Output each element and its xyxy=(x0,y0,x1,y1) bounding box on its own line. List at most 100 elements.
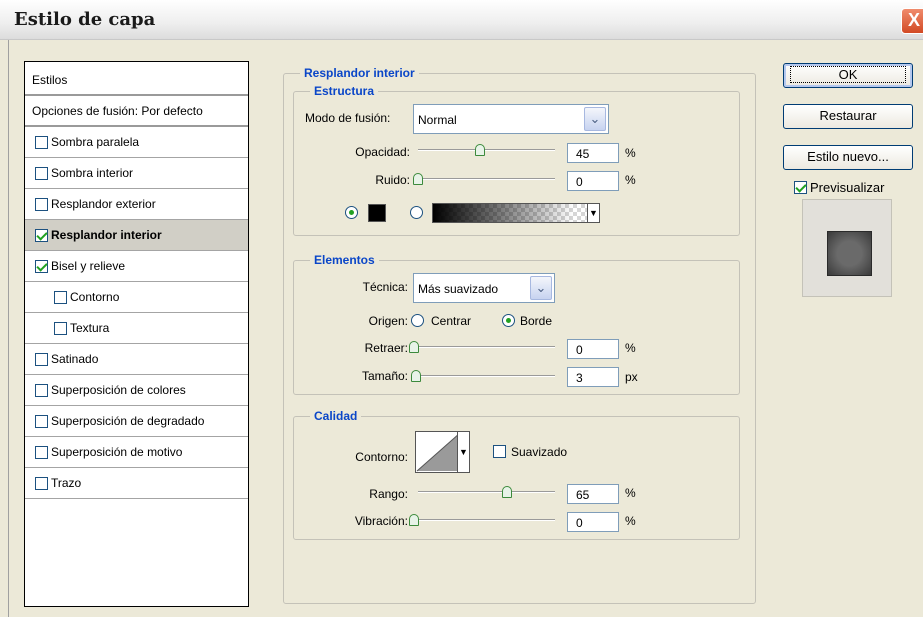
new-style-button[interactable]: Estilo nuevo... xyxy=(783,145,913,170)
solid-color-radio[interactable] xyxy=(345,206,358,219)
styles-header[interactable]: Estilos xyxy=(25,62,248,96)
styles-item-checkbox[interactable] xyxy=(35,476,48,490)
opacity-input[interactable]: 45 xyxy=(567,143,619,163)
preview-thumbnail xyxy=(827,231,872,276)
styles-item[interactable]: Sombra interior xyxy=(25,158,248,189)
antialias-label[interactable]: Suavizado xyxy=(511,445,567,459)
styles-item[interactable]: Superposición de motivo xyxy=(25,437,248,468)
ok-button[interactable]: OK xyxy=(783,63,913,88)
gradient-picker[interactable]: ▼ xyxy=(432,203,600,223)
styles-item-label: Resplandor exterior xyxy=(51,197,156,211)
styles-item[interactable]: Superposición de degradado xyxy=(25,406,248,437)
styles-item-label: Resplandor interior xyxy=(51,228,162,242)
slider-track xyxy=(418,149,555,151)
source-center-radio[interactable] xyxy=(411,314,424,327)
source-center-label[interactable]: Centrar xyxy=(431,314,471,328)
technique-value: Más suavizado xyxy=(418,282,499,296)
noise-label: Ruido: xyxy=(375,173,410,187)
slider-track xyxy=(414,519,555,521)
styles-item-checkbox[interactable] xyxy=(35,135,48,149)
blend-mode-label: Modo de fusión: xyxy=(305,111,391,125)
styles-item-checkbox[interactable] xyxy=(35,352,48,366)
styles-item[interactable]: Satinado xyxy=(25,344,248,375)
style-preview xyxy=(802,199,892,297)
chevron-down-icon[interactable]: ⌄ xyxy=(530,276,552,300)
styles-item-label: Contorno xyxy=(70,290,120,304)
styles-item-checkbox[interactable] xyxy=(35,228,48,242)
styles-item-checkbox[interactable] xyxy=(35,383,48,397)
contour-dropdown-icon[interactable]: ▼ xyxy=(457,431,470,473)
styles-item-checkbox[interactable] xyxy=(54,321,67,335)
elements-title: Elementos xyxy=(310,253,379,267)
range-input[interactable]: 65 xyxy=(567,484,619,504)
styles-item-checkbox[interactable] xyxy=(54,290,67,304)
opacity-label: Opacidad: xyxy=(355,145,410,159)
noise-input[interactable]: 0 xyxy=(567,171,619,191)
styles-item[interactable]: Textura xyxy=(25,313,248,344)
choke-input[interactable]: 0 xyxy=(567,339,619,359)
styles-item[interactable]: Resplandor exterior xyxy=(25,189,248,220)
preview-label: Previsualizar xyxy=(810,180,885,195)
source-edge-label[interactable]: Borde xyxy=(520,314,552,328)
styles-item-label: Trazo xyxy=(51,476,82,490)
jitter-unit: % xyxy=(625,514,636,528)
noise-slider[interactable] xyxy=(413,173,555,185)
source-label: Origen: xyxy=(368,314,408,328)
slider-track xyxy=(418,491,555,493)
styles-item-checkbox[interactable] xyxy=(35,414,48,428)
styles-item-label: Superposición de degradado xyxy=(51,414,205,428)
styles-item[interactable]: Contorno xyxy=(25,282,248,313)
range-label: Rango: xyxy=(369,487,408,501)
opacity-slider[interactable] xyxy=(418,144,555,156)
styles-list: Estilos Opciones de fusión: Por defecto S… xyxy=(24,61,249,607)
gradient-dropdown-icon[interactable]: ▼ xyxy=(587,204,599,222)
contour-picker[interactable] xyxy=(415,431,462,473)
opacity-slider-thumb[interactable] xyxy=(474,144,485,156)
gradient-radio[interactable] xyxy=(410,206,423,219)
chevron-down-icon[interactable]: ⌄ xyxy=(584,107,606,131)
jitter-slider[interactable] xyxy=(409,514,555,526)
blend-mode-select[interactable]: Normal ⌄ xyxy=(413,104,609,134)
slider-track xyxy=(414,375,555,377)
styles-item-label: Sombra interior xyxy=(51,166,134,180)
styles-item[interactable]: Trazo xyxy=(25,468,248,499)
size-slider[interactable] xyxy=(410,370,555,382)
size-slider-thumb[interactable] xyxy=(410,370,421,382)
contour-curve-icon xyxy=(416,432,461,472)
choke-slider-thumb[interactable] xyxy=(409,341,419,353)
jitter-slider-thumb[interactable] xyxy=(409,514,419,526)
ok-button-label: OK xyxy=(789,66,907,83)
reset-button[interactable]: Restaurar xyxy=(783,104,913,129)
color-swatch[interactable] xyxy=(368,204,386,222)
styles-item[interactable]: Superposición de colores xyxy=(25,375,248,406)
size-input[interactable]: 3 xyxy=(567,367,619,387)
styles-item-label: Opciones de fusión: Por defecto xyxy=(32,103,203,118)
range-slider[interactable] xyxy=(418,486,555,498)
choke-unit: % xyxy=(625,341,636,355)
inner-glow-title: Resplandor interior xyxy=(300,66,419,80)
close-button[interactable]: X xyxy=(901,8,923,34)
antialias-checkbox[interactable] xyxy=(493,445,506,458)
styles-item[interactable]: Resplandor interior xyxy=(25,220,248,251)
quality-title: Calidad xyxy=(310,409,362,423)
styles-item[interactable]: Opciones de fusión: Por defecto xyxy=(25,96,248,127)
preview-checkbox[interactable] xyxy=(794,181,807,194)
technique-select[interactable]: Más suavizado ⌄ xyxy=(413,273,555,303)
choke-slider[interactable] xyxy=(409,341,555,353)
noise-slider-thumb[interactable] xyxy=(413,173,423,185)
styles-item-checkbox[interactable] xyxy=(35,259,48,273)
styles-item-checkbox[interactable] xyxy=(35,166,48,180)
source-edge-radio[interactable] xyxy=(502,314,515,327)
styles-item-checkbox[interactable] xyxy=(35,197,48,211)
styles-item[interactable]: Bisel y relieve xyxy=(25,251,248,282)
jitter-input[interactable]: 0 xyxy=(567,512,619,532)
choke-label: Retraer: xyxy=(364,341,408,355)
preview-toggle[interactable]: Previsualizar xyxy=(794,180,884,195)
size-label: Tamaño: xyxy=(361,369,408,383)
styles-item[interactable]: Sombra paralela xyxy=(25,127,248,158)
styles-item-checkbox[interactable] xyxy=(35,445,48,459)
range-slider-thumb[interactable] xyxy=(502,486,513,498)
styles-item-label: Textura xyxy=(70,321,110,335)
jitter-label: Vibración: xyxy=(354,514,408,528)
window-title: Estilo de capa xyxy=(14,9,156,30)
